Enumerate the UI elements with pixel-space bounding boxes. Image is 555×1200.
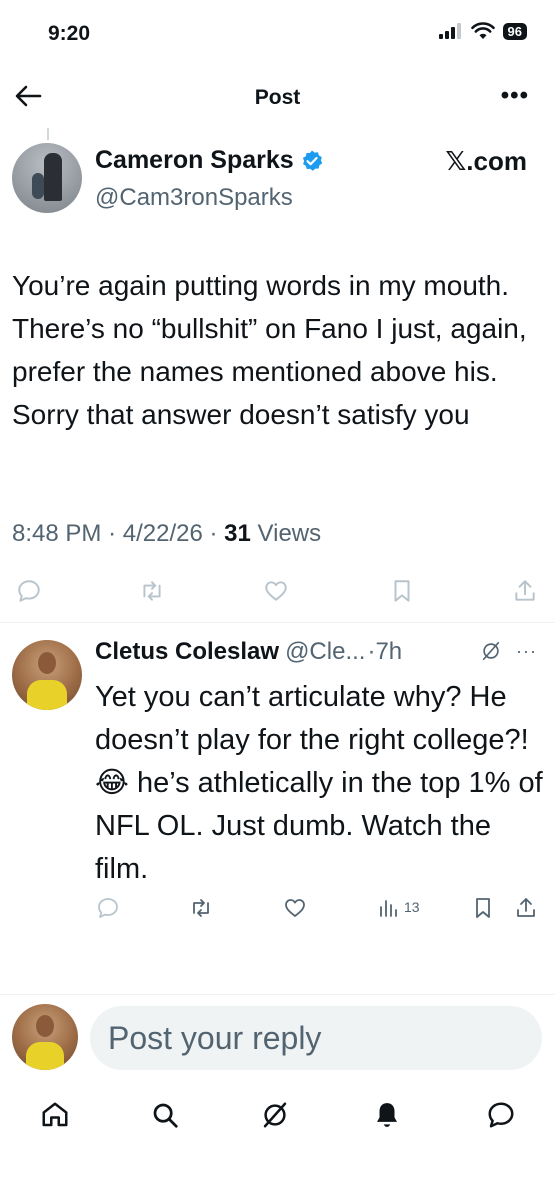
reply-author-handle[interactable]: @Cle... xyxy=(285,638,365,666)
home-icon xyxy=(42,1102,68,1127)
thread-line xyxy=(47,128,49,140)
header: Post ••• xyxy=(0,72,555,124)
analytics-icon xyxy=(380,900,397,917)
post-share-button[interactable] xyxy=(512,578,538,604)
divider xyxy=(0,622,555,623)
more-options-button[interactable]: ••• xyxy=(501,82,529,110)
reply-author-avatar[interactable] xyxy=(12,640,82,710)
reply-share-button[interactable] xyxy=(514,896,538,920)
nav-search[interactable] xyxy=(150,1100,180,1135)
grok-icon[interactable] xyxy=(480,640,502,662)
status-icons: 96 xyxy=(438,22,527,40)
nav-messages[interactable] xyxy=(486,1100,516,1135)
post-action-bar xyxy=(0,578,555,610)
nav-home[interactable] xyxy=(40,1100,70,1135)
repost-icon xyxy=(193,899,209,917)
reply-header: Cletus Coleslaw @Cle... ·7h xyxy=(95,638,402,666)
post-reply-button[interactable] xyxy=(16,578,42,604)
views-count: 31 xyxy=(224,520,251,547)
reply-views: 13 xyxy=(404,899,420,915)
views-label: Views xyxy=(257,520,322,547)
post-bookmark-button[interactable] xyxy=(389,578,415,604)
more-icon: ••• xyxy=(500,82,529,109)
reply-bookmark-button[interactable] xyxy=(471,896,495,920)
post-repost-button[interactable] xyxy=(138,578,166,604)
reply-text: Yet you can’t articulate why? He doesn’t… xyxy=(95,681,543,885)
share-icon xyxy=(517,898,535,917)
reply-icon xyxy=(98,898,118,918)
reply-header-icons: ··· xyxy=(480,640,537,662)
author-name: Cameron Sparks xyxy=(95,146,294,174)
post-meta: 8:48 PM · 4/22/26 · 31 Views xyxy=(12,520,322,547)
bookmark-icon xyxy=(394,580,410,602)
status-time: 9:20 xyxy=(48,22,91,45)
share-icon xyxy=(515,580,535,601)
signal-icon xyxy=(438,23,461,39)
reply-author-name[interactable]: Cletus Coleslaw xyxy=(95,638,279,666)
composer-divider xyxy=(0,994,555,995)
reply-like-button[interactable] xyxy=(282,896,308,920)
nav-grok[interactable] xyxy=(260,1100,290,1135)
wifi-icon xyxy=(470,22,495,39)
reply-input[interactable] xyxy=(90,1006,542,1070)
source-badge: 𝕏.com xyxy=(445,146,527,176)
reply-age: ·7h xyxy=(367,638,403,665)
reply-analytics-button[interactable]: 13 xyxy=(378,896,420,918)
current-user-avatar[interactable] xyxy=(12,1004,78,1070)
post-time[interactable]: 8:48 PM xyxy=(12,520,101,547)
bookmark-icon xyxy=(476,898,490,918)
reply-action-bar: 13 xyxy=(0,896,555,928)
post-like-button[interactable] xyxy=(262,578,290,604)
like-icon xyxy=(265,581,287,601)
post-date[interactable]: 4/22/26 xyxy=(123,520,203,547)
author-handle[interactable]: @Cam3ronSparks xyxy=(95,184,293,212)
battery-indicator: 96 xyxy=(502,22,527,40)
verified-badge-icon xyxy=(302,150,322,171)
author-name-row[interactable]: Cameron Sparks xyxy=(95,146,324,175)
post-text: You’re again putting words in my mouth. … xyxy=(12,270,527,430)
reply-more-icon[interactable]: ··· xyxy=(516,641,537,662)
status-bar: 9:20 96 xyxy=(0,0,555,70)
like-icon xyxy=(285,899,305,917)
reply-icon xyxy=(18,580,40,602)
reply-reply-button[interactable] xyxy=(96,896,120,920)
nav-notifications[interactable] xyxy=(372,1100,402,1135)
messages-icon xyxy=(488,1102,514,1128)
bottom-nav xyxy=(0,1092,555,1142)
author-avatar[interactable] xyxy=(12,143,82,213)
repost-icon xyxy=(143,581,161,601)
grok-icon xyxy=(263,1102,287,1128)
notifications-icon xyxy=(377,1103,397,1127)
page-title: Post xyxy=(254,86,301,109)
search-icon xyxy=(153,1103,178,1128)
reply-repost-button[interactable] xyxy=(188,896,214,920)
